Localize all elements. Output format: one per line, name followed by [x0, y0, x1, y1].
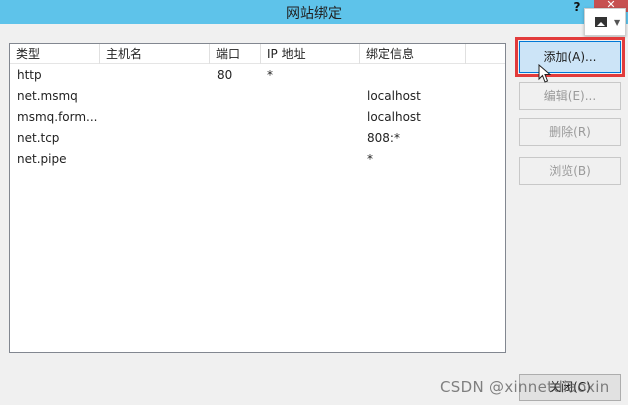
cell-ip: [260, 107, 360, 128]
cell-host: [100, 107, 210, 128]
site-bindings-dialog: 网站绑定 ? ✕ ▼ 类型 主机名 端口 IP 地址 绑定信息 http 80 …: [0, 0, 628, 405]
highlight-frame: [515, 37, 625, 77]
cell-type: net.msmq: [17, 89, 78, 103]
cell-port: [210, 149, 261, 170]
cell-binding: localhost: [367, 89, 421, 103]
title-bar[interactable]: 网站绑定 ? ✕: [0, 0, 628, 24]
cell-host: [100, 65, 210, 86]
cell-type: http: [17, 68, 42, 82]
edit-button[interactable]: 编辑(E)...: [519, 82, 621, 110]
image-tool-widget[interactable]: ▼: [584, 8, 626, 36]
column-header-binding[interactable]: 绑定信息: [360, 44, 466, 64]
cell-port: 80: [217, 68, 233, 82]
list-header: 类型 主机名 端口 IP 地址 绑定信息: [10, 44, 505, 64]
cell-binding: 808:*: [367, 131, 400, 145]
cell-port: [210, 107, 261, 128]
remove-button[interactable]: 删除(R): [519, 118, 621, 146]
column-header-ip[interactable]: IP 地址: [261, 44, 360, 64]
cell-ip: [260, 149, 360, 170]
table-row[interactable]: net.pipe *: [10, 149, 505, 170]
table-row[interactable]: http 80 *: [10, 65, 505, 86]
cell-host: [100, 86, 210, 107]
table-row[interactable]: net.tcp 808:*: [10, 128, 505, 149]
cell-binding: *: [367, 152, 373, 166]
watermark-text: CSDN @xinnetdiaoxin: [440, 378, 610, 396]
cell-ip: [260, 128, 360, 149]
mouse-cursor-icon: [538, 64, 552, 83]
cell-host: [100, 149, 210, 170]
cell-type: net.tcp: [17, 131, 60, 145]
table-row[interactable]: net.msmq localhost: [10, 86, 505, 107]
bindings-list[interactable]: 类型 主机名 端口 IP 地址 绑定信息 http 80 * net.msmq …: [9, 43, 506, 353]
cell-ip: *: [267, 68, 273, 82]
cell-ip: [260, 86, 360, 107]
column-header-port[interactable]: 端口: [210, 44, 261, 64]
cell-binding: [360, 65, 500, 86]
column-header-type[interactable]: 类型: [10, 44, 100, 64]
window-title: 网站绑定: [286, 6, 342, 22]
cell-port: [210, 128, 261, 149]
browse-button[interactable]: 浏览(B): [519, 157, 621, 185]
chevron-down-icon: ▼: [614, 18, 621, 27]
cell-port: [210, 86, 261, 107]
column-header-host[interactable]: 主机名: [100, 44, 210, 64]
cell-binding: localhost: [367, 110, 421, 124]
cell-type: msmq.form...: [17, 110, 98, 124]
image-icon: [595, 17, 607, 27]
cell-host: [100, 128, 210, 149]
cell-type: net.pipe: [17, 152, 67, 166]
table-row[interactable]: msmq.form... localhost: [10, 107, 505, 128]
